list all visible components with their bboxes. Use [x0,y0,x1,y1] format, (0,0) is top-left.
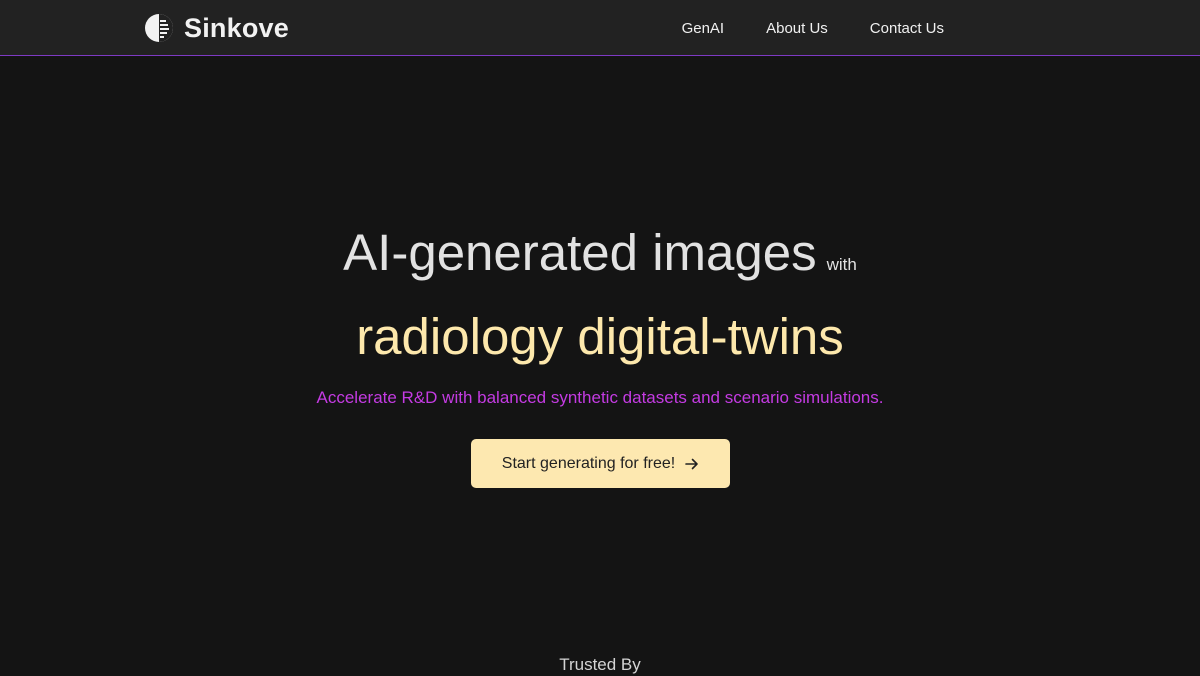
arrow-right-icon [685,458,699,469]
sinkove-logo-icon [145,14,173,42]
start-generating-label: Start generating for free! [501,454,676,472]
start-generating-button[interactable]: Start generating for free! [471,439,730,488]
hero-headline-main: AI-generated images [343,224,817,281]
nav-link-genai[interactable]: GenAI [682,20,725,37]
top-navbar: Sinkove GenAI About Us Contact Us [0,0,1200,56]
brand-link[interactable]: Sinkove [144,11,289,45]
nav-link-about-us[interactable]: About Us [766,20,828,37]
hero-headline: AI-generated images with [0,223,1200,295]
hero-headline-highlight: radiology digital-twins [356,308,844,365]
trusted-by-heading: Trusted By [559,655,641,674]
nav-menu: GenAI About Us Contact Us [640,0,944,56]
hero-headline-connector: with [826,255,857,274]
hero-subtitle: Accelerate R&D with balanced synthetic d… [316,388,884,407]
nav-link-contact-us[interactable]: Contact Us [870,20,944,37]
brand-name: Sinkove [184,12,289,43]
